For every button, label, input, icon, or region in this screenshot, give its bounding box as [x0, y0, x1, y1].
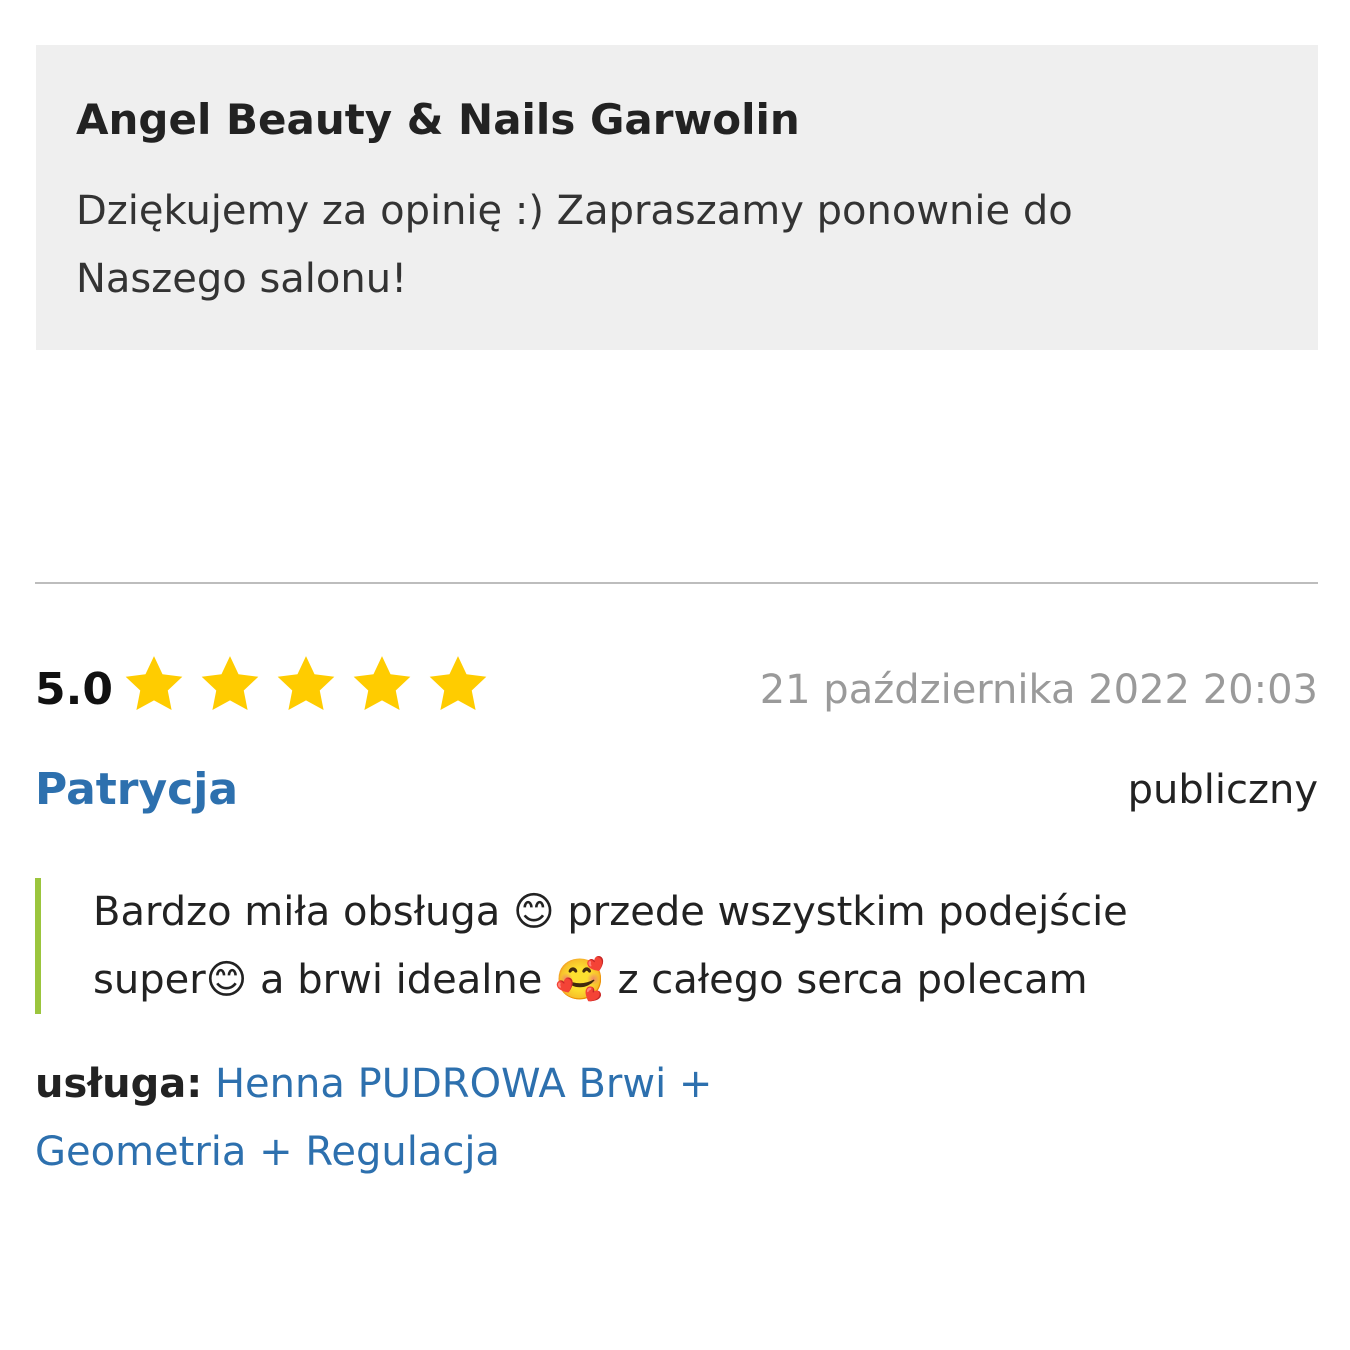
reviewer-name-link[interactable]: Patrycja: [35, 760, 238, 820]
star-icon: [125, 656, 183, 711]
star-rating: [121, 652, 491, 722]
review-visibility: publiczny: [1127, 767, 1318, 813]
reply-author-name: Angel Beauty & Nails Garwolin: [76, 95, 800, 144]
reply-text: Dziękujemy za opinię :) Zapraszamy ponow…: [76, 188, 1073, 302]
review-divider: [35, 582, 1318, 584]
review-service: usługa: Henna PUDROWA Brwi + Geometria +…: [35, 1050, 795, 1186]
star-icon: [429, 656, 487, 711]
star-icon: [277, 656, 335, 711]
star-icon: [201, 656, 259, 711]
review-author-row: Patrycja publiczny: [35, 760, 1318, 824]
review-body: Bardzo miła obsługa 😊 przede wszystkim p…: [35, 878, 1235, 1014]
service-label: usługa:: [35, 1061, 203, 1107]
review-rating-row: 5.0 21 października 2022 20:03: [35, 652, 1318, 728]
star-icon: [353, 656, 411, 711]
rating-value: 5.0: [35, 664, 113, 715]
business-reply: Angel Beauty & Nails Garwolin Dziękujemy…: [36, 45, 1318, 350]
review-date: 21 października 2022 20:03: [759, 667, 1318, 713]
